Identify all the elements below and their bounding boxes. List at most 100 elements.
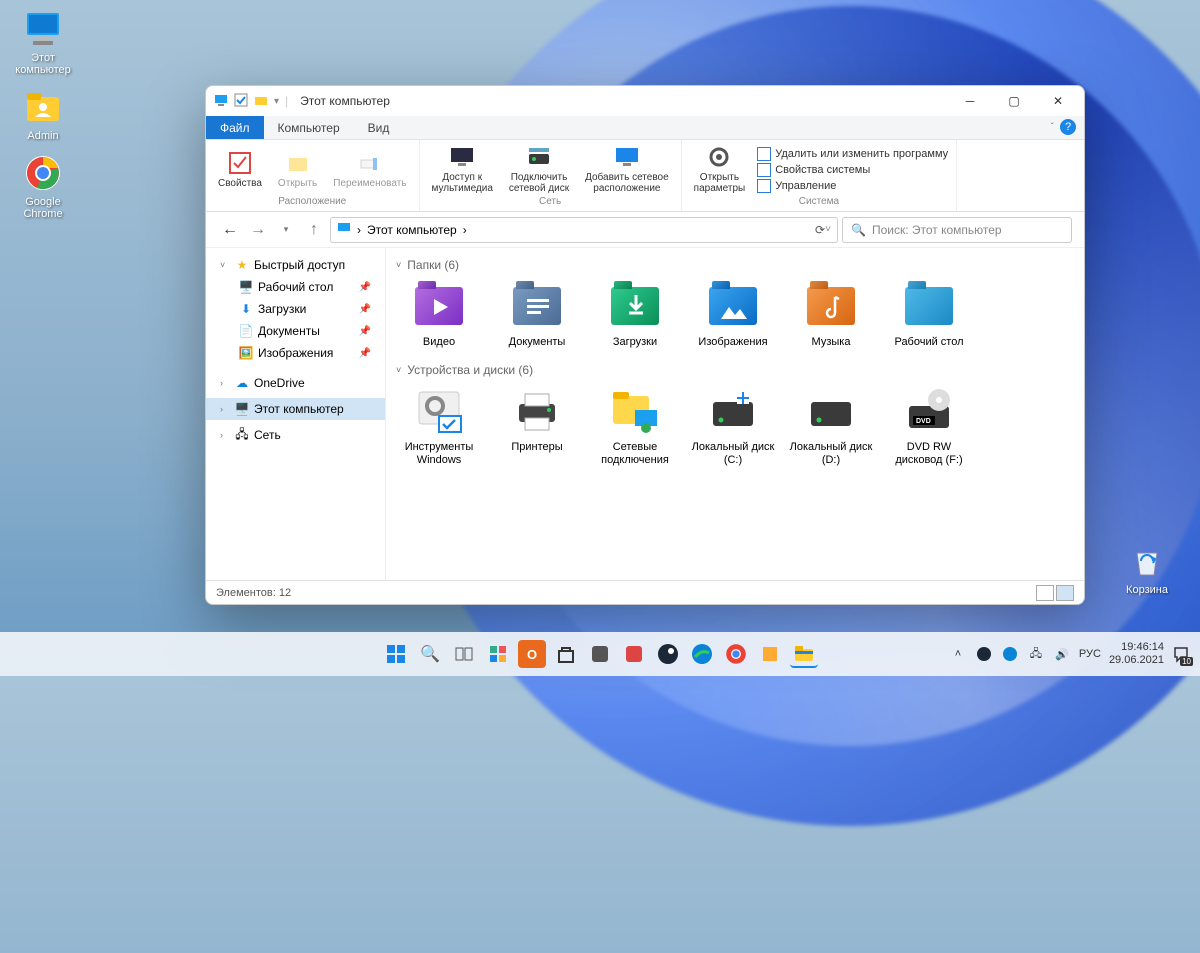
minimize-button[interactable]: ─ bbox=[948, 86, 992, 116]
search-input[interactable]: 🔍 Поиск: Этот компьютер bbox=[842, 217, 1072, 243]
nav-forward-button[interactable]: → bbox=[246, 218, 270, 242]
maximize-button[interactable]: ▢ bbox=[992, 86, 1036, 116]
item-windows-tools[interactable]: Инструменты Windows bbox=[396, 387, 482, 467]
ribbon-label: Переименовать bbox=[333, 178, 406, 189]
ribbon-management[interactable]: Управление bbox=[757, 179, 948, 193]
desktop-icon-label: Корзина bbox=[1126, 584, 1168, 596]
downloads-icon: ⬇ bbox=[238, 301, 254, 317]
ribbon-properties-button[interactable]: Свойства bbox=[214, 148, 266, 191]
nav-back-button[interactable]: ← bbox=[218, 218, 242, 242]
cloud-icon: ☁ bbox=[234, 375, 250, 391]
tab-computer[interactable]: Компьютер bbox=[264, 116, 354, 139]
section-folders-header[interactable]: ˅ Папки (6) bbox=[396, 258, 1074, 272]
taskbar-widgets[interactable] bbox=[484, 640, 512, 668]
tab-file[interactable]: Файл bbox=[206, 116, 264, 139]
dvd-drive-icon: DVD bbox=[901, 387, 957, 435]
item-drive-d[interactable]: Локальный диск (D:) bbox=[788, 387, 874, 467]
sidebar-network[interactable]: ›🖧Сеть bbox=[206, 424, 385, 446]
folder-downloads[interactable]: Загрузки bbox=[592, 282, 678, 349]
monitor-network-icon bbox=[614, 144, 640, 170]
taskbar-app-4[interactable] bbox=[756, 640, 784, 668]
tray-date: 29.06.2021 bbox=[1109, 654, 1164, 667]
start-button[interactable] bbox=[382, 640, 410, 668]
tray-steam-icon[interactable] bbox=[975, 645, 993, 663]
item-network-connections[interactable]: Сетевые подключения bbox=[592, 387, 678, 467]
tab-view[interactable]: Вид bbox=[354, 116, 404, 139]
sidebar-onedrive[interactable]: ›☁OneDrive bbox=[206, 372, 385, 394]
network-icon: 🖧 bbox=[234, 427, 250, 443]
sidebar-item-desktop[interactable]: 🖥️Рабочий стол📌 bbox=[206, 276, 385, 298]
sidebar-item-documents[interactable]: 📄Документы📌 bbox=[206, 320, 385, 342]
ribbon-media-access-button[interactable]: Доступ к мультимедиа bbox=[428, 142, 497, 196]
tray-network-icon[interactable]: 🖧 bbox=[1027, 645, 1045, 663]
system-tray: ˄ 🖧 🔊 РУС 19:46:14 29.06.2021 10 bbox=[949, 641, 1200, 667]
item-drive-c[interactable]: Локальный диск (C:) bbox=[690, 387, 776, 467]
sidebar-quick-access[interactable]: ˅ ★ Быстрый доступ bbox=[206, 254, 385, 276]
ribbon-rename-button[interactable]: Переименовать bbox=[329, 148, 410, 191]
desktop-icon-chrome[interactable]: Google Chrome bbox=[8, 152, 78, 220]
taskbar-app-1[interactable]: O bbox=[518, 640, 546, 668]
sidebar-item-downloads[interactable]: ⬇Загрузки📌 bbox=[206, 298, 385, 320]
taskbar-steam[interactable] bbox=[654, 640, 682, 668]
ribbon-open-settings-button[interactable]: Открыть параметры bbox=[690, 142, 750, 196]
sidebar-item-pictures[interactable]: 🖼️Изображения📌 bbox=[206, 342, 385, 364]
ribbon-uninstall-program[interactable]: Удалить или изменить программу bbox=[757, 147, 948, 161]
taskbar-explorer[interactable] bbox=[790, 640, 818, 668]
pin-icon: 📌 bbox=[359, 282, 377, 293]
taskbar-store[interactable] bbox=[552, 640, 580, 668]
network-folder-icon bbox=[607, 387, 663, 435]
titlebar[interactable]: ▾ | Этот компьютер ─ ▢ ✕ bbox=[206, 86, 1084, 116]
qat-checkbox-icon[interactable] bbox=[234, 93, 248, 110]
tray-language[interactable]: РУС bbox=[1079, 648, 1101, 660]
taskbar-taskview[interactable] bbox=[450, 640, 478, 668]
ribbon-tabs: Файл Компьютер Вид ˇ ? bbox=[206, 116, 1084, 140]
taskbar-app-3[interactable] bbox=[620, 640, 648, 668]
close-button[interactable]: ✕ bbox=[1036, 86, 1080, 116]
star-icon: ★ bbox=[234, 257, 250, 273]
svg-text:DVD: DVD bbox=[916, 418, 931, 425]
nav-up-button[interactable]: ↑ bbox=[302, 218, 326, 242]
taskbar-app-2[interactable] bbox=[586, 640, 614, 668]
desktop-icon-label: Google Chrome bbox=[8, 196, 78, 220]
taskbar-edge[interactable] bbox=[688, 640, 716, 668]
folder-music[interactable]: Музыка bbox=[788, 282, 874, 349]
help-icon[interactable]: ? bbox=[1060, 119, 1076, 135]
qat-folder-icon[interactable] bbox=[254, 93, 268, 110]
window-title: Этот компьютер bbox=[300, 94, 390, 108]
ribbon-add-network-button[interactable]: Добавить сетевое расположение bbox=[581, 142, 673, 196]
ribbon-open-button[interactable]: Открыть bbox=[274, 148, 321, 191]
item-drive-dvd[interactable]: DVDDVD RW дисковод (F:) bbox=[886, 387, 972, 467]
desktop-icon-this-pc[interactable]: Этот компьютер bbox=[8, 8, 78, 76]
ribbon-system-properties[interactable]: Свойства системы bbox=[757, 163, 948, 177]
ribbon-map-drive-button[interactable]: Подключить сетевой диск bbox=[505, 142, 573, 196]
disk-drive-icon bbox=[803, 387, 859, 435]
nav-recent-dropdown[interactable]: ▾ bbox=[274, 218, 298, 242]
folder-desktop[interactable]: Рабочий стол bbox=[886, 282, 972, 349]
sidebar-this-pc[interactable]: ›🖥️Этот компьютер bbox=[206, 398, 385, 420]
sidebar-item-label: Сеть bbox=[254, 428, 281, 442]
breadcrumb-bar[interactable]: › Этот компьютер › ˅ ⟳ bbox=[330, 217, 838, 243]
desktop-icon-recycle-bin[interactable]: Корзина bbox=[1112, 540, 1182, 596]
item-label: Локальный диск (D:) bbox=[788, 441, 874, 467]
tray-notifications[interactable]: 10 bbox=[1172, 645, 1190, 663]
folder-documents[interactable]: Документы bbox=[494, 282, 580, 349]
item-printers[interactable]: Принтеры bbox=[494, 387, 580, 467]
view-details-button[interactable] bbox=[1036, 585, 1054, 601]
manage-icon bbox=[757, 179, 771, 193]
taskbar-chrome[interactable] bbox=[722, 640, 750, 668]
ribbon-collapse-icon[interactable]: ˇ bbox=[1051, 122, 1054, 133]
tray-clock[interactable]: 19:46:14 29.06.2021 bbox=[1109, 641, 1164, 667]
qat-dropdown-icon[interactable]: ▾ bbox=[274, 96, 279, 107]
ribbon: Свойства Открыть Переименовать Расположе… bbox=[206, 140, 1084, 212]
tray-overflow[interactable]: ˄ bbox=[949, 645, 967, 663]
folder-videos[interactable]: Видео bbox=[396, 282, 482, 349]
desktop-icon-admin[interactable]: Admin bbox=[8, 86, 78, 142]
view-icons-button[interactable] bbox=[1056, 585, 1074, 601]
taskbar-search[interactable]: 🔍 bbox=[416, 640, 444, 668]
sidebar-item-label: Документы bbox=[258, 324, 320, 338]
section-drives-header[interactable]: ˅ Устройства и диски (6) bbox=[396, 363, 1074, 377]
tray-edge-icon[interactable] bbox=[1001, 645, 1019, 663]
refresh-button[interactable]: ⟳ bbox=[809, 223, 831, 237]
tray-volume-icon[interactable]: 🔊 bbox=[1053, 645, 1071, 663]
folder-pictures[interactable]: Изображения bbox=[690, 282, 776, 349]
